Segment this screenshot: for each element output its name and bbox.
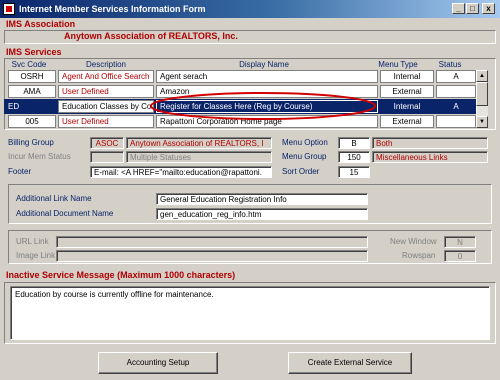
new-window-label: New Window: [390, 237, 437, 246]
status-cell[interactable]: A: [436, 70, 476, 83]
status-cell[interactable]: [436, 115, 476, 128]
association-name: Anytown Association of REALTORS, Inc.: [64, 31, 238, 41]
inactive-message-header: Inactive Service Message (Maximum 1000 c…: [6, 270, 236, 280]
accounting-setup-button[interactable]: Accounting Setup: [98, 352, 218, 374]
display-name-cell[interactable]: Agent serach: [156, 70, 378, 83]
status-cell[interactable]: [436, 85, 476, 98]
status-cell[interactable]: A: [436, 100, 476, 113]
col-menu-type[interactable]: Menu Type: [372, 60, 424, 69]
url-link-field: [56, 236, 368, 248]
menu-type-cell[interactable]: External: [380, 115, 434, 128]
svc-code-cell[interactable]: ED: [4, 100, 56, 113]
incur-mem-status-field: Multiple Statuses: [126, 151, 272, 163]
col-description[interactable]: Description: [58, 60, 154, 69]
additional-link-name-label: Additional Link Name: [16, 194, 92, 203]
url-link-label: URL Link: [16, 237, 49, 246]
col-svc-code[interactable]: Svc Code: [8, 60, 50, 69]
image-link-field: [56, 250, 368, 262]
scroll-thumb[interactable]: [476, 82, 488, 106]
description-cell[interactable]: Agent And Office Search: [58, 70, 154, 83]
menu-option-desc: Both: [372, 137, 488, 149]
menu-group-label: Menu Group: [282, 152, 327, 161]
inactive-message-textarea[interactable]: Education by course is currently offline…: [10, 286, 490, 340]
scroll-down-icon[interactable]: ▼: [476, 116, 488, 128]
incur-mem-status-code-field: [90, 151, 124, 163]
services-header: IMS Services: [6, 47, 62, 57]
close-button[interactable]: x: [482, 3, 495, 14]
rowspan-field: 0: [444, 250, 476, 262]
rowspan-label: Rowspan: [402, 251, 436, 260]
footer-label: Footer: [8, 167, 32, 176]
svc-code-cell[interactable]: 005: [8, 115, 56, 128]
svc-code-cell[interactable]: AMA: [8, 85, 56, 98]
svc-code-cell[interactable]: OSRH: [8, 70, 56, 83]
additional-link-name-field[interactable]: General Education Registration Info: [156, 193, 368, 205]
app-icon: [3, 3, 15, 15]
association-header: IMS Association: [6, 19, 76, 29]
description-cell[interactable]: User Defined: [58, 115, 154, 128]
menu-group-field[interactable]: 150: [338, 151, 370, 163]
minimize-button[interactable]: _: [452, 3, 465, 14]
footer-field[interactable]: E-mail: <A HREF="mailto:education@rapatt…: [90, 166, 272, 178]
inactive-message-text: Education by course is currently offline…: [15, 290, 214, 299]
window-title: Internet Member Services Information For…: [19, 4, 206, 14]
billing-group-label: Billing Group: [8, 138, 54, 147]
description-cell[interactable]: User Defined: [58, 85, 154, 98]
description-cell[interactable]: Education Classes by Co: [58, 100, 154, 113]
menu-type-cell[interactable]: External: [380, 85, 434, 98]
incur-mem-status-label: Incur Mem Status: [8, 152, 71, 161]
additional-document-name-label: Additional Document Name: [16, 209, 114, 218]
new-window-field: N: [444, 236, 476, 248]
menu-group-desc: Miscellaneous Links: [372, 151, 488, 163]
sort-order-label: Sort Order: [282, 167, 320, 176]
maximize-button[interactable]: □: [466, 3, 479, 14]
col-status[interactable]: Status: [428, 60, 472, 69]
billing-group-code-field[interactable]: ASOC: [90, 137, 124, 149]
highlight-ellipse: [150, 92, 376, 120]
menu-option-label: Menu Option: [282, 138, 328, 147]
sort-order-field[interactable]: 15: [338, 166, 370, 178]
image-link-label: Image Link: [16, 251, 56, 260]
scroll-up-icon[interactable]: ▲: [476, 70, 488, 82]
create-external-service-button[interactable]: Create External Service: [288, 352, 412, 374]
table-row[interactable]: OSRH Agent And Office Search Agent serac…: [8, 70, 476, 84]
billing-group-name-field: Anytown Association of REALTORS, I: [126, 137, 272, 149]
menu-type-cell[interactable]: Internal: [380, 100, 434, 113]
col-display-name[interactable]: Display Name: [156, 60, 372, 69]
additional-document-name-field[interactable]: gen_education_reg_info.htm: [156, 208, 368, 220]
menu-type-cell[interactable]: Internal: [380, 70, 434, 83]
menu-option-field[interactable]: B: [338, 137, 370, 149]
title-bar[interactable]: Internet Member Services Information For…: [0, 0, 500, 18]
